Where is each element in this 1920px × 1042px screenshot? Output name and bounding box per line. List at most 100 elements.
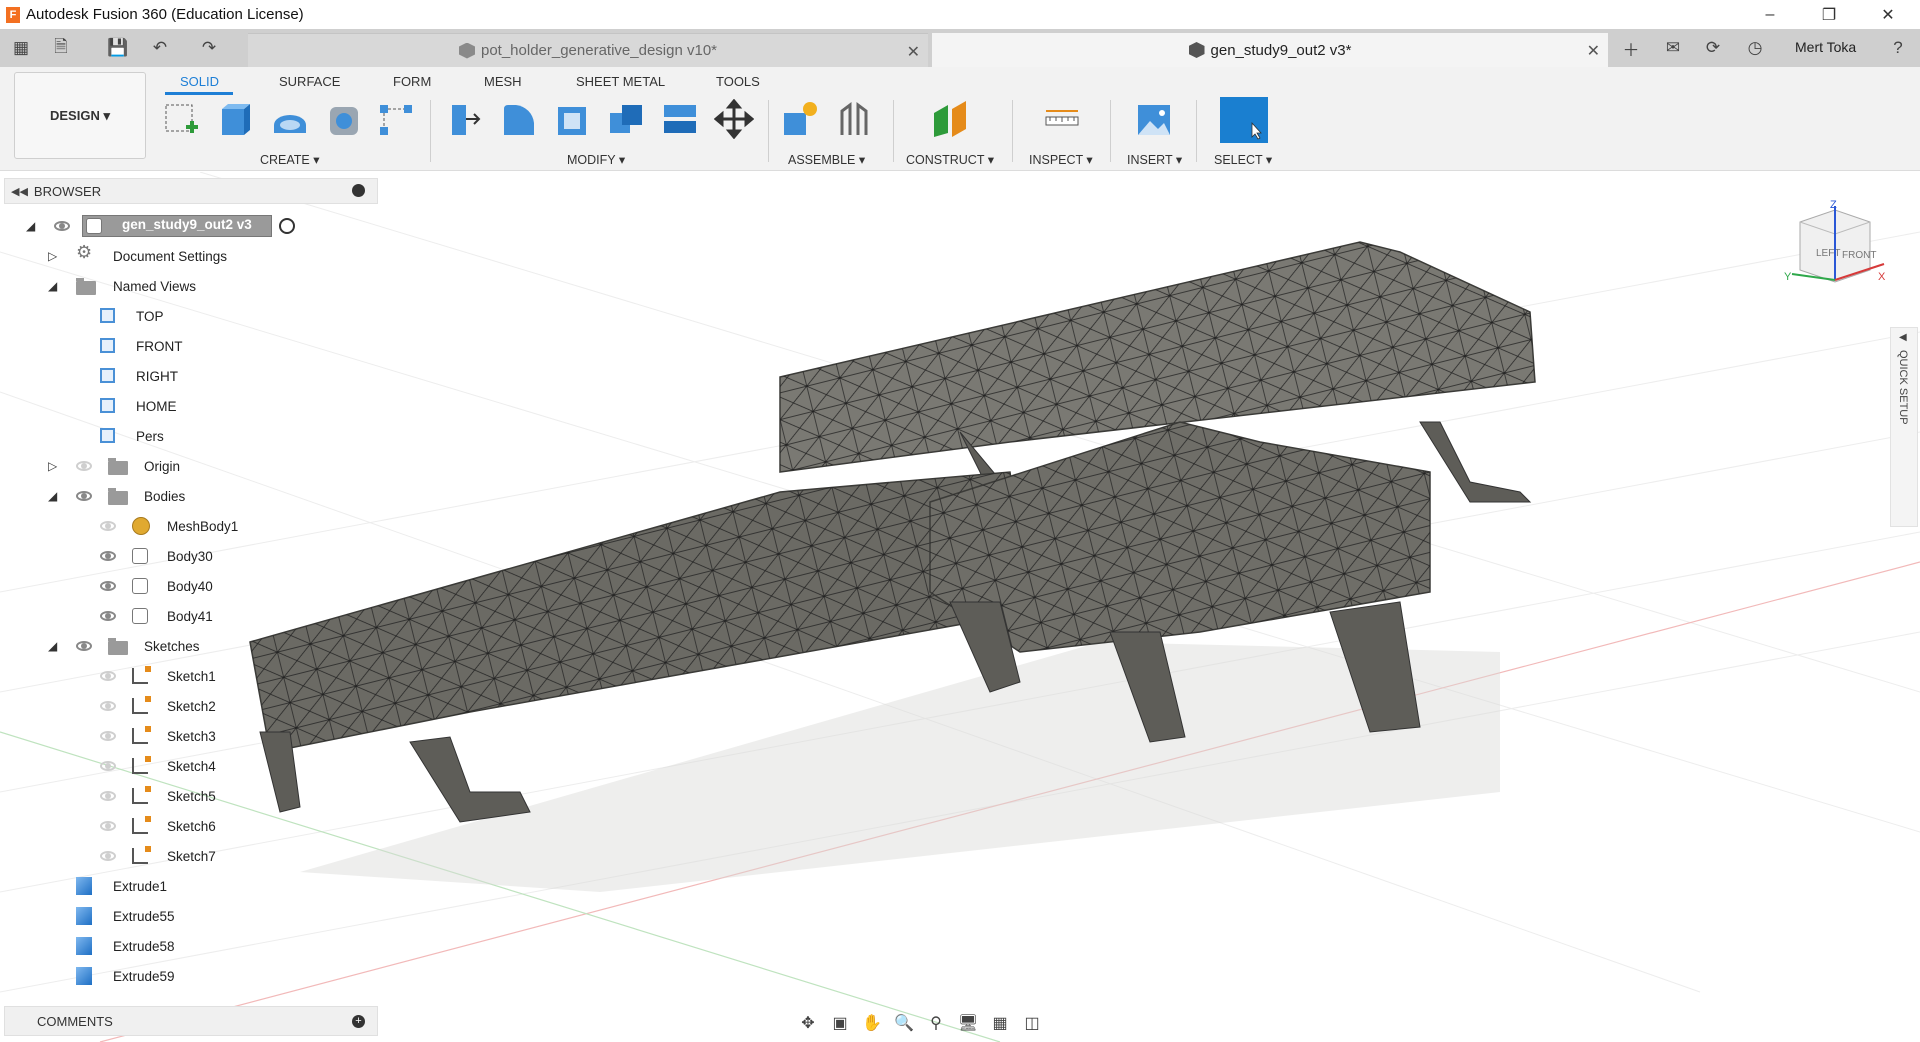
tree-sketches[interactable]: ◢ Sketches [0, 634, 380, 658]
tree-root[interactable]: ◢ gen_study9_out2 v3 [0, 214, 380, 238]
body-item[interactable]: MeshBody1 [0, 514, 380, 538]
create-group-label[interactable]: CREATE ▾ [260, 152, 320, 167]
close-window-button[interactable]: ✕ [1865, 0, 1911, 29]
clock-icon[interactable]: ◷ [1742, 35, 1768, 61]
expand-icon[interactable]: ▷ [48, 249, 57, 263]
visibility-icon[interactable] [100, 581, 116, 591]
named-view-item[interactable]: Pers [0, 424, 380, 448]
minimize-button[interactable]: – [1747, 0, 1793, 29]
visibility-icon[interactable] [54, 221, 70, 231]
fit-icon[interactable]: ⚲ [924, 1012, 948, 1034]
new-component-icon[interactable] [780, 99, 820, 139]
quick-setup-panel[interactable]: ◀ QUICK SETUP [1890, 327, 1918, 527]
named-view-item[interactable]: TOP [0, 304, 380, 328]
visibility-icon[interactable] [100, 671, 116, 681]
pan-icon[interactable]: ✋ [860, 1012, 884, 1034]
visibility-icon[interactable] [100, 821, 116, 831]
move-icon[interactable] [714, 99, 754, 139]
visibility-icon[interactable] [100, 551, 116, 561]
modify-group-label[interactable]: MODIFY ▾ [567, 152, 625, 167]
expand-quick-setup-icon[interactable]: ◀ [1899, 332, 1907, 343]
tree-document-settings[interactable]: ▷ ⚙ Document Settings [0, 242, 380, 268]
assemble-group-label[interactable]: ASSEMBLE ▾ [788, 152, 865, 167]
combine-icon[interactable] [606, 99, 646, 139]
visibility-icon[interactable] [76, 641, 92, 651]
look-at-icon[interactable]: ▣ [828, 1012, 852, 1034]
help-icon[interactable]: ? [1885, 35, 1911, 61]
measure-icon[interactable] [1042, 99, 1082, 139]
save-icon[interactable]: 💾 [105, 35, 131, 61]
sketch-item[interactable]: Sketch5 [0, 784, 380, 808]
insert-group-label[interactable]: INSERT ▾ [1127, 152, 1182, 167]
collapse-icon[interactable]: ◢ [26, 219, 35, 233]
inspect-group-label[interactable]: INSPECT ▾ [1029, 152, 1093, 167]
tab-sheet-metal[interactable]: SHEET METAL [576, 74, 665, 89]
file-menu-icon[interactable]: 🗎 [48, 35, 74, 61]
view-cube[interactable]: LEFT FRONT Z X Y [1780, 200, 1890, 305]
split-body-icon[interactable] [660, 99, 700, 139]
visibility-icon[interactable] [100, 521, 116, 531]
new-tab-icon[interactable]: ＋ [1618, 35, 1644, 61]
fillet-icon[interactable] [498, 99, 538, 139]
orbit-icon[interactable]: ✥ [796, 1012, 820, 1034]
collapse-icon[interactable]: ◢ [48, 639, 57, 653]
visibility-icon[interactable] [76, 491, 92, 501]
tab-tools[interactable]: TOOLS [716, 74, 760, 89]
body-item[interactable]: Body30 [0, 544, 380, 568]
tab-mesh[interactable]: MESH [484, 74, 522, 89]
app-grid-icon[interactable]: ▦ [8, 35, 34, 61]
redo-icon[interactable]: ↷ [196, 35, 222, 61]
feature-item[interactable]: Extrude55 [0, 904, 380, 928]
zoom-icon[interactable]: 🔍 [892, 1012, 916, 1034]
shell-icon[interactable] [552, 99, 592, 139]
tree-bodies[interactable]: ◢ Bodies [0, 484, 380, 508]
tree-named-views[interactable]: ◢ Named Views [0, 274, 380, 298]
activate-radio-icon[interactable] [279, 218, 295, 234]
collapse-browser-icon[interactable]: ◀◀ [11, 185, 28, 198]
extrude-icon[interactable] [216, 99, 256, 139]
tab-solid[interactable]: SOLID [180, 74, 219, 89]
comments-panel-header[interactable]: COMMENTS + [4, 1006, 378, 1036]
visibility-icon[interactable] [100, 761, 116, 771]
pattern-icon[interactable] [376, 99, 416, 139]
sketch-item[interactable]: Sketch3 [0, 724, 380, 748]
visibility-icon[interactable] [100, 611, 116, 621]
notifications-icon[interactable]: ✉ [1660, 35, 1686, 61]
undo-icon[interactable]: ↶ [147, 35, 173, 61]
joint-icon[interactable] [834, 99, 874, 139]
viewports-icon[interactable]: ◫ [1020, 1012, 1044, 1034]
named-view-item[interactable]: RIGHT [0, 364, 380, 388]
feature-item[interactable]: Extrude1 [0, 874, 380, 898]
tree-origin[interactable]: ▷ Origin [0, 454, 380, 478]
sketch-item[interactable]: Sketch6 [0, 814, 380, 838]
sketch-item[interactable]: Sketch7 [0, 844, 380, 868]
collapse-icon[interactable]: ◢ [48, 279, 57, 293]
sketch-item[interactable]: Sketch4 [0, 754, 380, 778]
expand-icon[interactable]: ▷ [48, 459, 57, 473]
insert-image-icon[interactable] [1134, 99, 1174, 139]
tab-pot-holder[interactable]: pot_holder_generative_design v10* ✕ [248, 33, 928, 67]
job-status-icon[interactable]: ⟳ [1700, 35, 1726, 61]
feature-item[interactable]: Extrude59 [0, 964, 380, 988]
close-tab-icon[interactable]: ✕ [907, 42, 920, 62]
press-pull-icon[interactable] [444, 99, 484, 139]
visibility-icon[interactable] [100, 701, 116, 711]
tab-surface[interactable]: SURFACE [279, 74, 340, 89]
display-settings-icon[interactable]: 🖥 [956, 1012, 980, 1034]
workspace-switcher[interactable]: DESIGN ▾ [14, 72, 146, 159]
construct-group-label[interactable]: CONSTRUCT ▾ [906, 152, 994, 167]
sketch-item[interactable]: Sketch2 [0, 694, 380, 718]
visibility-icon[interactable] [76, 461, 92, 471]
visibility-icon[interactable] [100, 791, 116, 801]
feature-item[interactable]: Extrude58 [0, 934, 380, 958]
named-view-item[interactable]: FRONT [0, 334, 380, 358]
revolve-icon[interactable] [270, 99, 310, 139]
sketch-item[interactable]: Sketch1 [0, 664, 380, 688]
body-item[interactable]: Body40 [0, 574, 380, 598]
select-icon[interactable] [1220, 97, 1268, 143]
browser-options-icon[interactable] [352, 184, 365, 197]
collapse-icon[interactable]: ◢ [48, 489, 57, 503]
offset-plane-icon[interactable] [930, 99, 970, 139]
close-tab-icon[interactable]: ✕ [1587, 41, 1600, 61]
select-group-label[interactable]: SELECT ▾ [1214, 152, 1272, 167]
